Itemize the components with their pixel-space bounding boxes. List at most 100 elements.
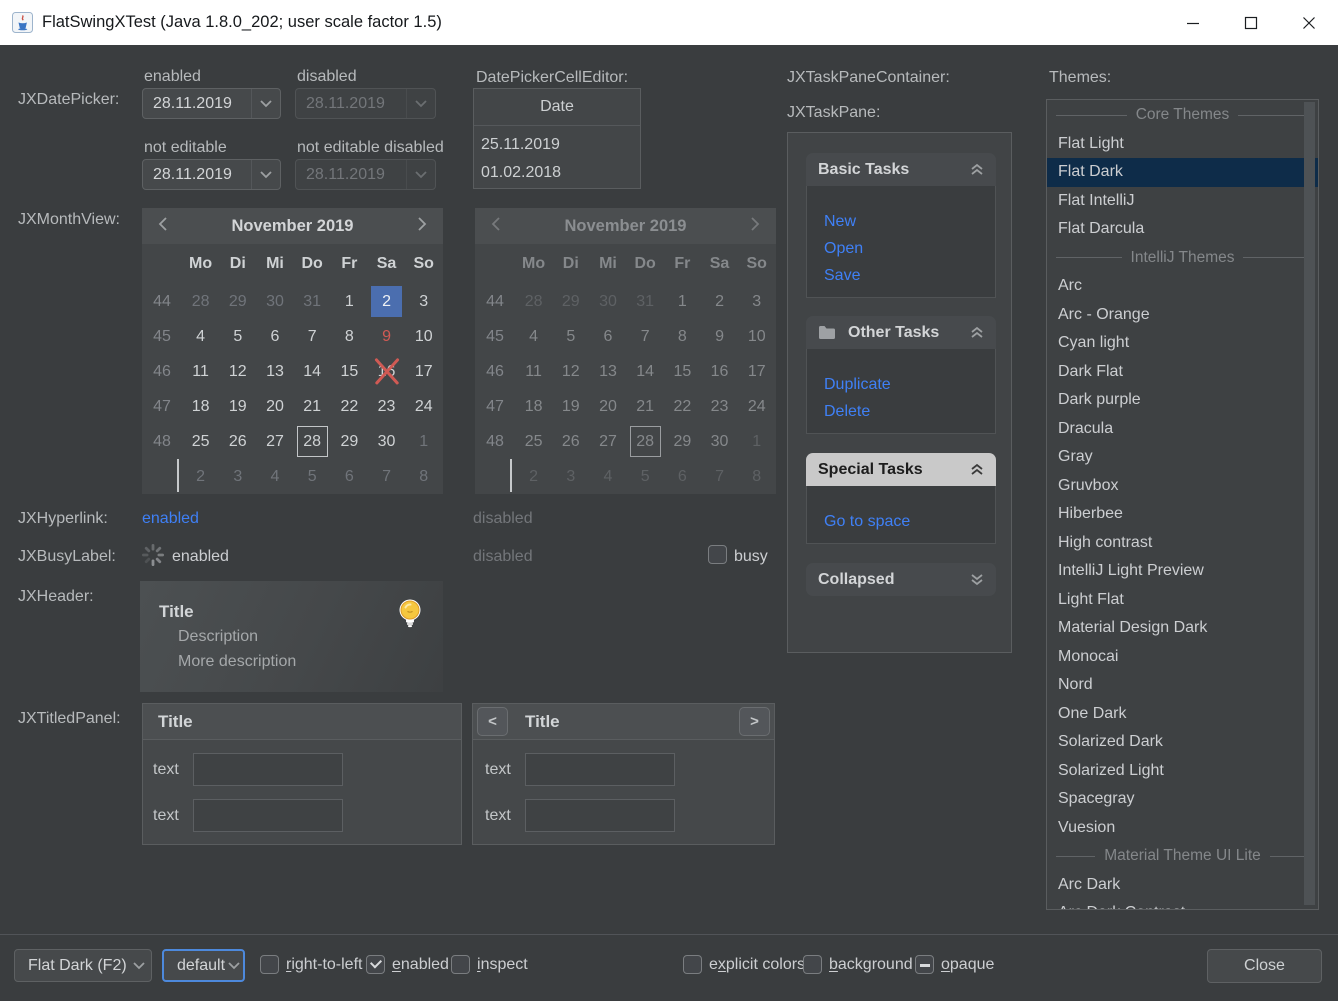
checkbox-inspect[interactable] [451,955,470,974]
calendar-day[interactable]: 5 [294,459,331,494]
maximize-button[interactable] [1222,0,1280,45]
calendar-day[interactable]: 1 [331,284,368,319]
calendar-day[interactable]: 20 [256,389,293,424]
theme-item-dark-purple[interactable]: Dark purple [1047,386,1318,415]
calendar-day[interactable]: 14 [294,354,331,389]
checkbox-background[interactable] [803,955,822,974]
calendar-day[interactable]: 18 [182,389,219,424]
table-column-header[interactable]: Date [474,89,640,126]
theme-combobox[interactable]: Flat Dark (F2) [14,949,152,982]
taskpane-link-delete[interactable]: Delete [824,398,995,425]
taskpane-header[interactable]: Other Tasks [806,316,996,349]
theme-item-gray[interactable]: Gray [1047,443,1318,472]
checkbox-label-opaque[interactable]: opaque [941,956,994,974]
theme-item-solarized-dark[interactable]: Solarized Dark [1047,728,1318,757]
collapse-icon[interactable] [970,326,984,339]
theme-item-solarized-light[interactable]: Solarized Light [1047,757,1318,786]
theme-item-gruvbox[interactable]: Gruvbox [1047,472,1318,501]
close-button[interactable]: Close [1207,949,1322,983]
calendar-day[interactable]: 3 [405,284,442,319]
taskpane-link-new[interactable]: New [824,208,995,235]
prev-button[interactable]: < [477,707,508,736]
calendar-day[interactable]: 31 [294,284,331,319]
theme-item-flat-intellij[interactable]: Flat IntelliJ [1047,187,1318,216]
text-input[interactable] [193,753,343,786]
text-input[interactable] [525,753,675,786]
calendar-day[interactable]: 24 [405,389,442,424]
checkbox-right-to-left[interactable] [260,955,279,974]
theme-item-vuesion[interactable]: Vuesion [1047,814,1318,843]
theme-item-material-design-dark[interactable]: Material Design Dark [1047,614,1318,643]
calendar-day[interactable]: 29 [219,284,256,319]
checkbox-label-enabled[interactable]: enabled [392,956,449,974]
theme-item-arc-dark[interactable]: Arc Dark [1047,871,1318,900]
theme-item-cyan-light[interactable]: Cyan light [1047,329,1318,358]
theme-item-dark-flat[interactable]: Dark Flat [1047,358,1318,387]
taskpane-link-duplicate[interactable]: Duplicate [824,371,995,398]
style-combobox[interactable]: default [162,949,245,982]
calendar-day[interactable]: 30 [368,424,405,459]
calendar-day[interactable]: 3 [219,459,256,494]
datepicker-celleditor-table[interactable]: Date 25.11.2019 01.02.2018 [473,88,641,189]
calendar-day[interactable]: 10 [405,319,442,354]
calendar-day[interactable]: 4 [182,319,219,354]
prev-month-button[interactable] [156,216,170,237]
theme-item-intellij-light-preview[interactable]: IntelliJ Light Preview [1047,557,1318,586]
next-month-button[interactable] [415,216,429,237]
datepicker-value[interactable]: 28.11.2019 [143,89,251,118]
calendar-day[interactable]: 8 [331,319,368,354]
calendar-day[interactable]: 25 [182,424,219,459]
collapse-icon[interactable] [970,463,984,476]
calendar-day[interactable]: 1 [405,424,442,459]
checkbox-label-right-to-left[interactable]: right-to-left [286,956,362,974]
taskpane-header[interactable]: Basic Tasks [806,153,996,186]
calendar-day[interactable]: 2 [368,284,405,319]
text-input[interactable] [525,799,675,832]
checkbox-opaque[interactable] [915,955,934,974]
checkbox-enabled[interactable] [366,955,385,974]
calendar-day[interactable]: 22 [331,389,368,424]
taskpane-link-save[interactable]: Save [824,262,995,289]
calendar-day[interactable]: 28 [294,424,331,459]
theme-item-nord[interactable]: Nord [1047,671,1318,700]
datepicker-dropdown-button[interactable] [251,160,280,189]
expand-icon[interactable] [970,573,984,586]
theme-item-arc-orange[interactable]: Arc - Orange [1047,301,1318,330]
calendar-day[interactable]: 17 [405,354,442,389]
theme-item-flat-light[interactable]: Flat Light [1047,130,1318,159]
calendar-day[interactable]: 7 [294,319,331,354]
theme-item-light-flat[interactable]: Light Flat [1047,586,1318,615]
datepicker-enabled[interactable]: 28.11.2019 [142,88,281,119]
monthview-enabled[interactable]: November 2019MoDiMiDoFrSaSo4428293031123… [142,208,443,494]
table-row[interactable]: 25.11.2019 [474,131,640,159]
taskpane-link-go-to-space[interactable]: Go to space [824,508,995,535]
checkbox-explicit-colors[interactable] [683,955,702,974]
checkbox-label-background[interactable]: background [829,956,913,974]
calendar-day[interactable]: 16 [368,354,405,389]
calendar-day[interactable]: 11 [182,354,219,389]
calendar-day[interactable]: 5 [219,319,256,354]
calendar-day[interactable]: 9 [368,319,405,354]
hyperlink-enabled[interactable]: enabled [142,510,199,528]
themes-list[interactable]: Core ThemesFlat LightFlat DarkFlat Intel… [1046,99,1319,910]
collapse-icon[interactable] [970,163,984,176]
checkbox-label-inspect[interactable]: inspect [477,956,528,974]
calendar-day[interactable]: 15 [331,354,368,389]
theme-item-flat-dark[interactable]: Flat Dark [1047,158,1318,187]
calendar-day[interactable]: 6 [331,459,368,494]
theme-item-high-contrast[interactable]: High contrast [1047,529,1318,558]
checkbox-label-explicit-colors[interactable]: explicit colors [709,956,805,974]
theme-item-monocai[interactable]: Monocai [1047,643,1318,672]
calendar-day[interactable]: 27 [256,424,293,459]
theme-item-one-dark[interactable]: One Dark [1047,700,1318,729]
taskpane-header[interactable]: Special Tasks [806,453,996,486]
calendar-day[interactable]: 2 [182,459,219,494]
theme-item-hiberbee[interactable]: Hiberbee [1047,500,1318,529]
theme-item-dracula[interactable]: Dracula [1047,415,1318,444]
datepicker-not-editable[interactable]: 28.11.2019 [142,159,281,190]
calendar-day[interactable]: 28 [182,284,219,319]
taskpane-header[interactable]: Collapsed [806,563,996,596]
datepicker-value[interactable]: 28.11.2019 [143,160,251,189]
busy-checkbox[interactable] [708,545,727,564]
theme-item-spacegray[interactable]: Spacegray [1047,785,1318,814]
